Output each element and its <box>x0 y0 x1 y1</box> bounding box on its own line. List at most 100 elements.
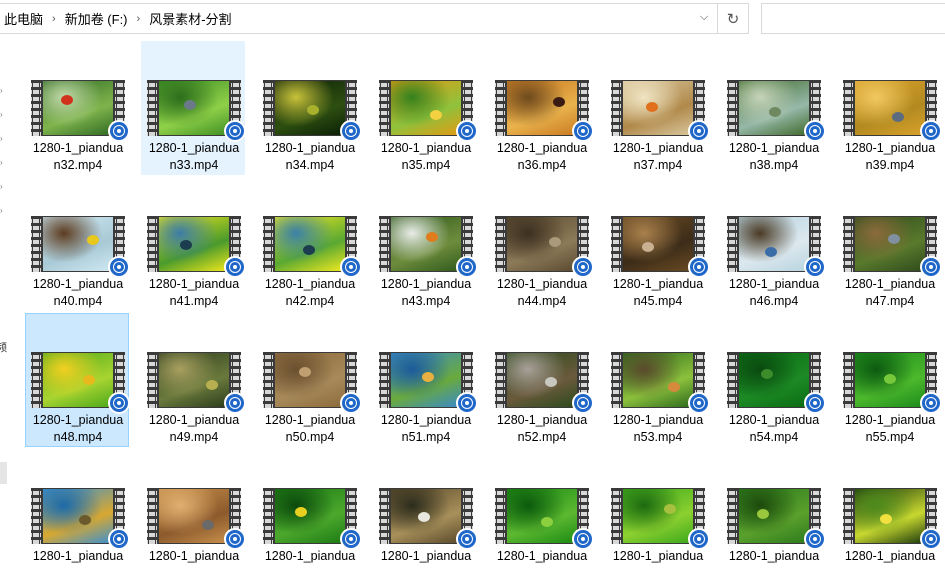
video-thumbnail <box>379 352 478 414</box>
thumbnail-image <box>159 353 229 407</box>
file-item[interactable]: 1280-1_piandua n54.mp4 <box>721 313 826 447</box>
thumbnail-image <box>391 353 461 407</box>
film-perforation <box>495 80 505 136</box>
file-item[interactable]: 1280-1_piandua n38.mp4 <box>721 41 826 175</box>
expand-arrow-icon[interactable]: › <box>0 183 6 191</box>
thumbnail-image <box>623 81 693 135</box>
file-item[interactable]: 1280-1_piandua n51.mp4 <box>373 313 478 447</box>
video-thumbnail <box>147 352 246 414</box>
file-name: 1280-1_piandua n40.mp4 <box>28 276 128 310</box>
file-item[interactable]: 1280-1_piandua n50.mp4 <box>257 313 362 447</box>
file-item[interactable]: 1280-1_piandua n37.mp4 <box>605 41 710 175</box>
expand-arrow-icon[interactable]: › <box>0 111 6 119</box>
file-name-line: n46.mp4 <box>749 294 799 308</box>
file-item[interactable]: 1280-1_piandua <box>141 449 246 583</box>
thumbnail-subject <box>668 382 680 392</box>
thumbnail-subject <box>79 515 91 525</box>
film-perforation <box>843 488 853 544</box>
media-player-badge-icon <box>804 120 826 142</box>
thumbnail-subject <box>61 95 73 105</box>
thumbnail-image <box>739 353 809 407</box>
file-item[interactable]: 1280-1_piandua n55.mp4 <box>837 313 942 447</box>
media-player-badge-icon <box>456 256 478 278</box>
chevron-down-icon[interactable]: ⌵ <box>692 3 716 32</box>
file-item[interactable]: 1280-1_piandua n44.mp4 <box>489 177 594 311</box>
file-item[interactable]: 1280-1_piandua <box>373 449 478 583</box>
breadcrumb-this-pc[interactable]: 此电脑 <box>0 9 48 28</box>
media-player-badge-icon <box>572 392 594 414</box>
file-item[interactable]: 1280-1_piandua n48.mp4 <box>25 313 130 447</box>
thumbnail-image <box>275 217 345 271</box>
file-name-line: n50.mp4 <box>285 430 335 444</box>
file-name: 1280-1_piandua <box>260 548 360 565</box>
thumbnail-subject <box>426 232 438 242</box>
file-name: 1280-1_piandua n36.mp4 <box>492 140 592 174</box>
thumbnail-subject <box>307 105 319 115</box>
breadcrumb-separator-icon[interactable]: › <box>133 13 145 25</box>
file-name: 1280-1_piandua n35.mp4 <box>376 140 476 174</box>
file-name: 1280-1_piandua n38.mp4 <box>724 140 824 174</box>
thumbnail-image <box>623 217 693 271</box>
video-thumbnail <box>147 488 246 550</box>
file-item[interactable]: 1280-1_piandua <box>605 449 710 583</box>
media-player-badge-icon <box>572 256 594 278</box>
file-item[interactable]: 1280-1_piandua <box>257 449 362 583</box>
breadcrumb-separator-icon[interactable]: › <box>48 13 60 25</box>
expand-arrow-icon[interactable]: › <box>0 135 6 143</box>
file-item[interactable]: 1280-1_piandua <box>721 449 826 583</box>
thumbnail-subject <box>87 235 99 245</box>
file-item[interactable]: 1280-1_piandua <box>489 449 594 583</box>
file-item[interactable]: 1280-1_piandua n39.mp4 <box>837 41 942 175</box>
file-name-line: n48.mp4 <box>53 430 103 444</box>
film-perforation <box>31 216 41 272</box>
file-item[interactable]: 1280-1_piandua n43.mp4 <box>373 177 478 311</box>
thumbnail-image <box>43 217 113 271</box>
media-player-badge-icon <box>920 256 942 278</box>
video-thumbnail <box>843 352 942 414</box>
file-item[interactable]: 1280-1_piandua n33.mp4 <box>141 41 246 175</box>
file-name-line: 1280-1_piandua <box>148 277 240 291</box>
file-item[interactable]: 1280-1_piandua n35.mp4 <box>373 41 478 175</box>
file-name-line: 1280-1_piandua <box>612 413 704 427</box>
file-item[interactable]: 1280-1_piandua n53.mp4 <box>605 313 710 447</box>
breadcrumb-drive[interactable]: 新加卷 (F:) <box>60 9 133 28</box>
video-thumbnail <box>843 216 942 278</box>
file-item[interactable]: 1280-1_piandua n32.mp4 <box>25 41 130 175</box>
file-name: 1280-1_piandua n47.mp4 <box>840 276 940 310</box>
file-item[interactable]: 1280-1_piandua n47.mp4 <box>837 177 942 311</box>
breadcrumb-folder[interactable]: 风景素材-分割 <box>144 9 236 28</box>
video-thumbnail <box>727 216 826 278</box>
file-item[interactable]: 1280-1_piandua n49.mp4 <box>141 313 246 447</box>
file-item[interactable]: 1280-1_piandua n34.mp4 <box>257 41 362 175</box>
file-name-line: n35.mp4 <box>401 158 451 172</box>
file-name: 1280-1_piandua n54.mp4 <box>724 412 824 446</box>
nav-item-highlight[interactable] <box>0 462 7 484</box>
nav-item-fragment[interactable]: 频 <box>0 339 7 355</box>
file-item[interactable]: 1280-1_piandua n40.mp4 <box>25 177 130 311</box>
expand-arrow-icon[interactable]: › <box>0 87 6 95</box>
search-input[interactable] <box>761 3 945 34</box>
file-item[interactable]: 1280-1_piandua n42.mp4 <box>257 177 362 311</box>
thumbnail-subject <box>888 234 900 244</box>
expand-arrow-icon[interactable]: › <box>0 207 6 215</box>
film-perforation <box>611 352 621 408</box>
thumbnail-subject <box>761 369 773 379</box>
file-name: 1280-1_piandua n53.mp4 <box>608 412 708 446</box>
file-item[interactable]: 1280-1_piandua n36.mp4 <box>489 41 594 175</box>
file-item[interactable]: 1280-1_piandua <box>25 449 130 583</box>
media-player-badge-icon <box>108 256 130 278</box>
thumbnail-subject <box>418 512 430 522</box>
file-item[interactable]: 1280-1_piandua n46.mp4 <box>721 177 826 311</box>
thumbnail-subject <box>642 242 654 252</box>
file-item[interactable]: 1280-1_piandua n41.mp4 <box>141 177 246 311</box>
file-item[interactable]: 1280-1_piandua <box>837 449 942 583</box>
file-name-line: n42.mp4 <box>285 294 335 308</box>
thumbnail-subject <box>765 247 777 257</box>
file-item[interactable]: 1280-1_piandua n45.mp4 <box>605 177 710 311</box>
thumbnail-image <box>507 353 577 407</box>
expand-arrow-icon[interactable]: › <box>0 159 6 167</box>
address-bar[interactable]: 此电脑 › 新加卷 (F:) › 风景素材-分割 <box>0 3 718 34</box>
video-thumbnail <box>147 80 246 142</box>
file-item[interactable]: 1280-1_piandua n52.mp4 <box>489 313 594 447</box>
refresh-icon[interactable]: ↻ <box>718 3 749 34</box>
